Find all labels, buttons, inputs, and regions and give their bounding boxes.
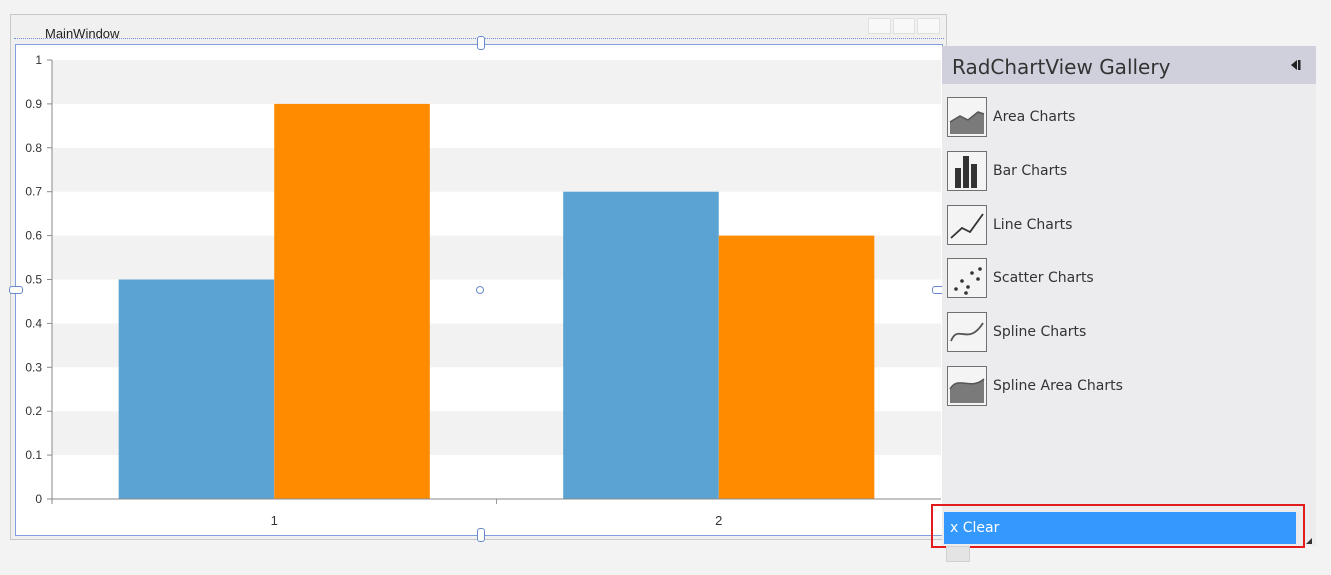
y-tick-label: 1	[35, 53, 42, 67]
chart-gallery-panel: RadChartView Gallery Area Charts Bar Cha…	[942, 46, 1316, 546]
resize-grip-icon[interactable]	[1306, 538, 1312, 544]
bar	[563, 191, 719, 499]
gallery-item-bar-charts[interactable]: Bar Charts	[947, 150, 1067, 192]
spline-chart-icon	[947, 312, 987, 352]
y-tick-label: 0.5	[25, 273, 42, 287]
gallery-item-scatter-charts[interactable]: Scatter Charts	[947, 257, 1094, 299]
area-chart-icon	[947, 97, 987, 137]
gallery-item-label: Spline Area Charts	[993, 378, 1123, 394]
resize-handle-bottom[interactable]	[477, 528, 485, 542]
gallery-title: RadChartView Gallery	[952, 55, 1171, 79]
gallery-header: RadChartView Gallery	[942, 46, 1316, 84]
gallery-item-label: Line Charts	[993, 217, 1073, 233]
minimize-button[interactable]	[868, 18, 891, 34]
scatter-chart-icon	[947, 258, 987, 298]
gallery-item-spline-area-charts[interactable]: Spline Area Charts	[947, 365, 1123, 407]
resize-handle-top[interactable]	[477, 36, 485, 50]
grid-band	[52, 191, 941, 236]
x-tick-label: 2	[715, 513, 722, 528]
close-button[interactable]	[917, 18, 941, 34]
grid-band	[52, 147, 941, 192]
y-tick-label: 0.9	[25, 97, 42, 111]
grid-band	[52, 60, 941, 104]
y-tick-label: 0.4	[25, 316, 42, 330]
line-chart-icon	[947, 205, 987, 245]
x-tick-label: 1	[271, 513, 278, 528]
gallery-item-label: Bar Charts	[993, 163, 1068, 179]
resize-handle-left[interactable]	[9, 286, 23, 294]
splitter-handle[interactable]	[946, 546, 970, 562]
y-tick-label: 0	[35, 492, 42, 506]
maximize-button[interactable]	[892, 18, 916, 34]
grid-band	[52, 103, 941, 148]
y-tick-label: 0.8	[25, 141, 42, 155]
gallery-item-label: Scatter Charts	[993, 270, 1094, 286]
spline-area-chart-icon	[947, 366, 987, 406]
center-anchor-handle[interactable]	[476, 286, 484, 294]
gallery-item-label: Spline Charts	[993, 324, 1087, 340]
gallery-item-label: Area Charts	[993, 109, 1076, 125]
collapse-left-icon[interactable]	[1288, 58, 1302, 72]
y-tick-label: 0.3	[25, 360, 42, 374]
y-tick-label: 0.1	[25, 448, 42, 462]
gallery-item-line-charts[interactable]: Line Charts	[947, 204, 1072, 246]
gallery-item-area-charts[interactable]: Area Charts	[947, 96, 1075, 138]
y-tick-label: 0.2	[25, 404, 42, 418]
bar-chart-icon	[947, 151, 987, 191]
bar	[274, 103, 430, 500]
bar	[118, 279, 275, 499]
clear-button[interactable]: x Clear	[944, 512, 1296, 544]
gallery-item-spline-charts[interactable]: Spline Charts	[947, 311, 1086, 353]
y-tick-label: 0.7	[25, 185, 42, 199]
bar	[718, 235, 875, 499]
window-caption-buttons	[868, 18, 941, 34]
y-tick-label: 0.6	[25, 229, 42, 243]
